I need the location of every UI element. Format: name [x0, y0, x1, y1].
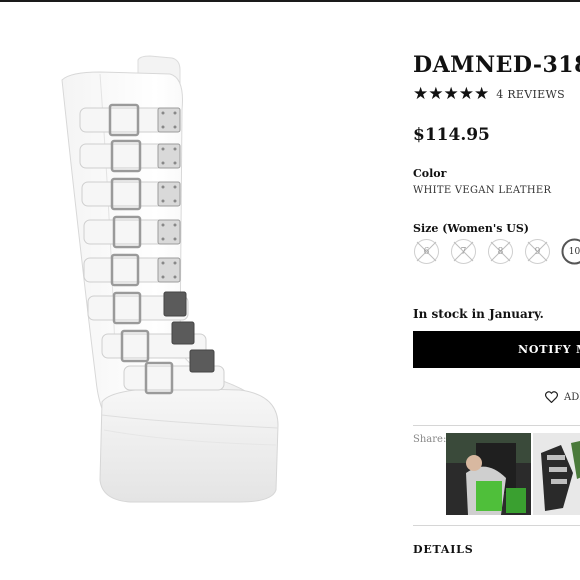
star-icon: ★ [428, 84, 444, 104]
details-text-partial [413, 574, 573, 580]
add-to-wishlist-button[interactable]: ADD [545, 391, 580, 403]
product-image[interactable] [40, 50, 300, 510]
product-rating[interactable]: ★ ★ ★ ★ ★ 4 REVIEWS [413, 86, 565, 103]
notify-me-button[interactable]: NOTIFY ME [413, 331, 580, 368]
heart-icon [545, 391, 558, 403]
social-photo-1[interactable] [446, 433, 531, 515]
rating-stars: ★ ★ ★ ★ ★ [413, 86, 489, 103]
product-price: $114.95 [413, 125, 490, 145]
color-value: WHITE VEGAN LEATHER [413, 185, 552, 196]
stock-status: In stock in January. [413, 307, 544, 321]
divider [413, 425, 580, 426]
social-photo-2[interactable] [533, 433, 580, 515]
size-option-9[interactable]: 9 [524, 238, 551, 265]
size-option-label: 7 [460, 246, 467, 257]
size-option-8[interactable]: 8 [487, 238, 514, 265]
reviews-link[interactable]: 4 REVIEWS [496, 88, 565, 101]
product-title: DAMNED-318 [413, 52, 580, 78]
size-option-6[interactable]: 6 [413, 238, 440, 265]
size-option-label: 8 [497, 246, 504, 257]
size-option-10[interactable]: 10 [561, 238, 580, 265]
size-option-label: 10 [568, 246, 580, 257]
size-label: Size (Women's US) [413, 222, 529, 235]
star-icon: ★ [458, 84, 474, 104]
size-option-label: 9 [534, 246, 541, 257]
divider [413, 525, 580, 526]
color-label: Color [413, 167, 447, 180]
star-icon: ★ [474, 84, 490, 104]
top-border [0, 0, 580, 2]
size-selector: 6 7 8 9 10 [413, 238, 580, 265]
star-icon: ★ [413, 84, 429, 104]
star-icon: ★ [443, 84, 459, 104]
size-option-label: 6 [423, 246, 430, 257]
details-toggle[interactable]: DETAILS [413, 543, 473, 556]
size-option-7[interactable]: 7 [450, 238, 477, 265]
share-label: Share: [413, 434, 447, 445]
wishlist-label: ADD [564, 391, 580, 403]
